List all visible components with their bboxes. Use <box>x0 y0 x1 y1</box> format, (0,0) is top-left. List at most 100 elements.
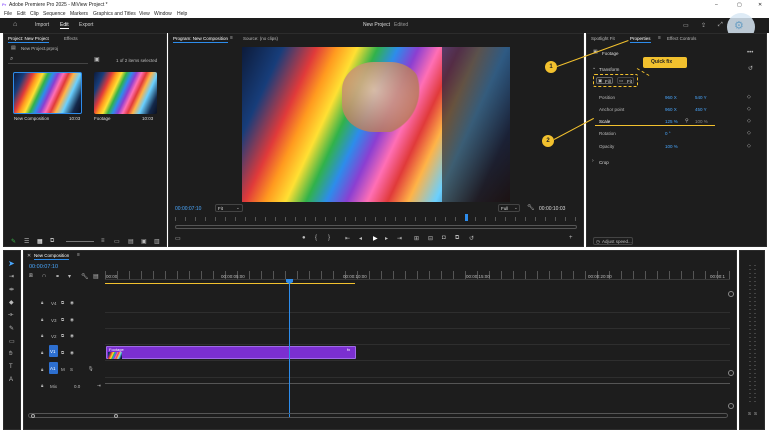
minimize-button[interactable]: – <box>715 2 718 8</box>
tab-effects[interactable]: Effects <box>64 36 78 41</box>
step-forward-icon[interactable]: ▸ <box>385 235 388 242</box>
menu-lines-icon[interactable]: ≡ <box>77 252 80 258</box>
workspace-icon[interactable]: ▭ <box>683 22 689 29</box>
program-video-frame[interactable] <box>242 47 510 202</box>
hand-tool-icon[interactable]: ✋︎ <box>9 351 12 358</box>
position-y[interactable]: 540 Y <box>695 95 707 100</box>
grid-view-icon[interactable]: ▦ <box>37 238 43 245</box>
track-label[interactable]: V1 <box>50 349 56 354</box>
mix-value[interactable]: 0.0 <box>74 384 80 389</box>
scale-width-value[interactable]: 100 % <box>695 119 708 124</box>
fullscreen-icon[interactable]: ⤢ <box>718 22 723 29</box>
keyframe-icon[interactable]: ◇ <box>747 143 751 149</box>
go-to-end-icon[interactable]: ⇥ <box>97 383 101 389</box>
settings-wrench-icon[interactable]: 🔧︎ <box>81 273 89 280</box>
keyframe-icon[interactable]: ◇ <box>747 106 751 112</box>
menu-view[interactable]: View <box>139 11 150 17</box>
track-select-icon[interactable]: ⇥ <box>9 273 14 280</box>
menu-lines-icon[interactable]: ≡ <box>230 35 233 41</box>
track-label[interactable]: V3 <box>51 318 57 323</box>
freeform-view-icon[interactable]: ⧉ <box>50 238 54 245</box>
section-crop[interactable]: Crop <box>599 160 609 165</box>
fit-dropdown[interactable]: Fit ⌄ <box>215 204 243 212</box>
solo-button[interactable]: S <box>70 367 73 372</box>
marker-icon[interactable]: ● <box>302 235 306 241</box>
scale-value[interactable]: 125 % <box>665 119 678 124</box>
ripple-edit-icon[interactable]: ⇹ <box>9 286 14 293</box>
vertical-scroll-mid[interactable] <box>728 370 734 376</box>
vertical-scroll-top[interactable] <box>728 291 734 297</box>
rotation-value[interactable]: 0 ° <box>665 131 671 136</box>
anchor-y[interactable]: 450 Y <box>695 107 707 112</box>
anchor-x[interactable]: 960 X <box>665 107 677 112</box>
wrench-icon[interactable]: 🔧︎ <box>527 204 535 211</box>
lock-icon[interactable]: 🔒︎ <box>41 300 43 305</box>
loop-icon[interactable]: ↺ <box>469 235 474 242</box>
link-icon[interactable]: ⚲ <box>685 118 689 124</box>
new-item-icon[interactable]: ▤ <box>128 238 134 245</box>
close-icon[interactable]: ✕ <box>27 253 31 259</box>
add-marker-icon[interactable]: ▾ <box>68 273 71 280</box>
tab-import[interactable]: Import <box>35 22 49 28</box>
lock-icon[interactable]: 🔒︎ <box>41 367 43 372</box>
tab-project[interactable]: Project: New Project <box>8 36 49 43</box>
keyframe-icon[interactable]: ◇ <box>747 118 751 124</box>
monitor-playhead[interactable] <box>465 214 468 221</box>
track-label[interactable]: V2 <box>51 334 57 339</box>
comparison-icon[interactable]: ⧉ <box>455 235 459 242</box>
mark-in-icon[interactable]: { <box>315 235 317 241</box>
pencil-icon[interactable]: ✎ <box>11 238 16 245</box>
lock-icon[interactable]: 🔒︎ <box>41 333 43 338</box>
new-bin-icon[interactable]: ▣ <box>141 238 147 245</box>
tab-program[interactable]: Program: New Composition <box>173 36 229 43</box>
type-tool-icon[interactable]: T <box>9 364 13 370</box>
tab-effect-controls[interactable]: Effect Controls <box>667 36 696 41</box>
go-to-in-icon[interactable]: ⇤ <box>345 235 350 242</box>
thumbnail-footage[interactable] <box>94 72 157 114</box>
mute-button[interactable]: M <box>61 367 65 372</box>
monitor-scroll[interactable] <box>175 225 577 229</box>
chevron-down-icon[interactable]: ⌄ <box>592 65 596 71</box>
export-frame-icon[interactable]: ▭ <box>175 235 181 242</box>
sync-icon[interactable]: ⧉ <box>61 350 64 355</box>
share-icon[interactable]: ⇪ <box>701 22 706 29</box>
extract-icon[interactable]: ⊟ <box>428 235 433 242</box>
sync-icon[interactable]: ⧉ <box>61 317 64 322</box>
caption-tool-icon[interactable]: A <box>9 377 13 383</box>
menu-window[interactable]: Window <box>154 11 172 17</box>
tab-spotlight-fit[interactable]: Spotlight Fit <box>591 36 615 41</box>
list-view-icon[interactable]: ☰ <box>24 238 29 245</box>
slip-tool-icon[interactable]: ⟛ <box>8 312 13 319</box>
reset-icon[interactable]: ↺ <box>748 65 753 72</box>
add-button-icon[interactable]: + <box>569 235 573 241</box>
keyframe-icon[interactable]: ◇ <box>747 130 751 136</box>
razor-tool-icon[interactable]: ◆ <box>9 299 14 306</box>
eye-icon[interactable]: ◉ <box>70 350 74 356</box>
tab-properties[interactable]: Properties <box>630 36 651 43</box>
tab-edit[interactable]: Edit <box>60 22 69 29</box>
chevron-right-icon[interactable]: › <box>592 158 594 164</box>
camera-icon[interactable]: ◘ <box>442 235 446 241</box>
settings-gear-icon[interactable]: ⚙ <box>734 19 744 32</box>
nest-icon[interactable]: ⧈ <box>29 273 33 280</box>
linked-selection-icon[interactable]: ⚭ <box>55 273 60 280</box>
scroll-thumb-right[interactable] <box>114 414 118 418</box>
mic-icon[interactable]: 🎙︎ <box>88 366 94 372</box>
selection-tool-icon[interactable]: ➤ <box>8 259 15 268</box>
timeline-timecode[interactable]: 00:00:07:10 <box>29 264 58 270</box>
snap-icon[interactable]: ∩ <box>42 273 46 279</box>
captions-icon[interactable]: ▤ <box>93 273 99 280</box>
sync-icon[interactable]: ⧉ <box>61 333 64 338</box>
keyframe-icon[interactable]: ◇ <box>747 94 751 100</box>
opacity-value[interactable]: 100 % <box>665 144 678 149</box>
step-back-icon[interactable]: ◂ <box>359 235 362 242</box>
lock-icon[interactable]: 🔒︎ <box>41 317 43 322</box>
menu-graphics[interactable]: Graphics and Titles <box>93 11 136 17</box>
quality-dropdown[interactable]: Full ⌄ <box>498 204 520 212</box>
tab-source[interactable]: Source: (no clips) <box>243 36 278 41</box>
search-input[interactable] <box>8 56 88 64</box>
more-options-button[interactable]: ••• <box>747 50 753 56</box>
scroll-thumb-left[interactable] <box>31 414 35 418</box>
trash-icon[interactable]: ▥ <box>154 238 160 245</box>
eye-icon[interactable]: ◉ <box>70 333 74 339</box>
